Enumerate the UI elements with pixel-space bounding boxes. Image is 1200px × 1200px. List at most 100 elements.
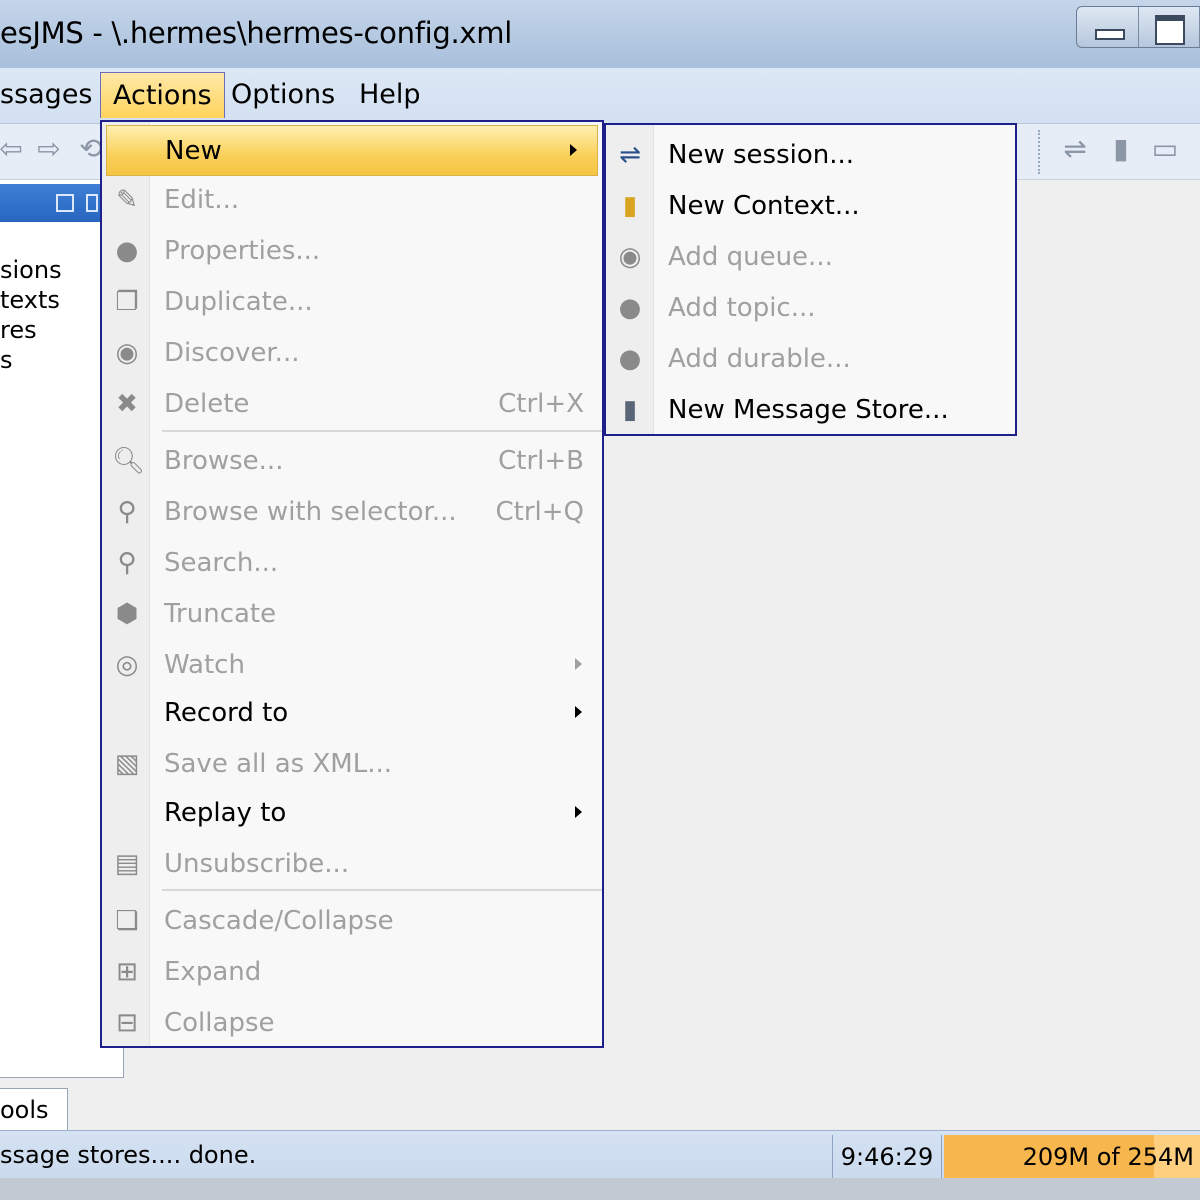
menu-item-label: Cascade/Collapse: [164, 906, 394, 936]
menu-item-duplicate[interactable]: ❐ Duplicate...: [102, 277, 602, 328]
menu-item-delete[interactable]: ✖ Delete Ctrl+X: [102, 379, 602, 430]
menu-item-expand[interactable]: ⊞ Expand: [102, 947, 602, 998]
submenu-arrow-icon: [575, 706, 582, 718]
menu-item-collapse[interactable]: ⊟ Collapse: [102, 998, 602, 1049]
menu-item-truncate[interactable]: ⬢ Truncate: [102, 589, 602, 640]
submenu-item-new-session[interactable]: ⇌ New session...: [606, 130, 1015, 181]
menu-item-discover[interactable]: ◉ Discover...: [102, 328, 602, 379]
status-message: ssage stores.... done.: [0, 1141, 257, 1169]
toolbar-right-group: ⇌ ▮ ▭: [1038, 130, 1198, 174]
context-tool-icon[interactable]: ▮: [1106, 134, 1136, 164]
undock-icon[interactable]: [56, 194, 74, 212]
watch-icon: ◎: [115, 650, 139, 680]
tree-item-sessions[interactable]: sions: [0, 256, 62, 284]
submenu-item-add-queue[interactable]: ◉ Add queue...: [606, 232, 1015, 283]
submenu-arrow-icon: [575, 806, 582, 818]
menu-item-cascade-collapse[interactable]: ❏ Cascade/Collapse: [102, 896, 602, 947]
submenu-arrow-icon: [575, 658, 582, 670]
session-tool-icon[interactable]: ⇌: [1060, 134, 1090, 164]
menu-separator: [162, 430, 602, 432]
menu-separator: [162, 889, 602, 891]
menu-item-shortcut: Ctrl+B: [498, 446, 584, 476]
store-tool-icon[interactable]: ▭: [1150, 134, 1180, 164]
menu-item-new[interactable]: New: [106, 125, 598, 176]
minimize-button[interactable]: [1077, 7, 1139, 47]
browse-icon: 🔍︎: [112, 446, 146, 476]
collapse-icon: ⊟: [116, 1008, 138, 1038]
menu-item-label: Unsubscribe...: [164, 849, 350, 879]
session-icon: ⇌: [619, 140, 641, 170]
tab-tools[interactable]: ools: [0, 1088, 68, 1130]
menu-item-record-to[interactable]: Record to: [102, 688, 602, 739]
menu-item-shortcut: Ctrl+Q: [495, 497, 584, 527]
menu-messages[interactable]: ssages: [0, 72, 105, 118]
menu-item-replay-to[interactable]: Replay to: [102, 788, 602, 839]
tree-item-stores[interactable]: res: [0, 316, 37, 344]
bottom-strip: [0, 1178, 1200, 1200]
menu-item-label: Collapse: [164, 1008, 275, 1038]
browse-selector-icon: ⚲: [117, 497, 137, 527]
menu-item-label: Browse...: [164, 446, 284, 476]
new-submenu: ⇌ New session... ▮ New Context... ◉ Add …: [604, 123, 1017, 436]
menu-item-label: New Message Store...: [668, 395, 949, 425]
context-icon: ▮: [622, 191, 638, 221]
save-xml-icon: ▧: [114, 749, 140, 779]
menu-item-browse-with-selector[interactable]: ⚲ Browse with selector... Ctrl+Q: [102, 487, 602, 538]
menu-item-label: Properties...: [164, 236, 321, 266]
pin-icon[interactable]: [86, 194, 98, 212]
submenu-item-add-topic[interactable]: ● Add topic...: [606, 283, 1015, 334]
menu-help[interactable]: Help: [347, 72, 433, 118]
menu-item-label: New: [165, 136, 222, 166]
menu-options[interactable]: Options: [219, 72, 347, 118]
menu-item-label: Browse with selector...: [164, 497, 457, 527]
menu-actions[interactable]: Actions: [100, 72, 225, 118]
actions-menu: New ✎ Edit... ● Properties... ❐ Duplicat…: [100, 120, 604, 1048]
durable-icon: ●: [618, 344, 642, 374]
menu-item-label: Edit...: [164, 185, 240, 215]
menu-item-search[interactable]: ⚲ Search...: [102, 538, 602, 589]
truncate-icon: ⬢: [115, 599, 139, 629]
menu-item-label: Expand: [164, 957, 262, 987]
menu-item-label: Truncate: [164, 599, 277, 629]
queue-icon: ◉: [618, 242, 642, 272]
menu-item-label: New session...: [668, 140, 855, 170]
discover-icon: ◉: [115, 338, 139, 368]
memory-label: 209M of 254M: [1022, 1143, 1194, 1171]
memory-meter: 209M of 254M: [944, 1135, 1200, 1179]
expand-icon: ⊞: [116, 957, 138, 987]
delete-icon: ✖: [116, 389, 138, 419]
back-arrow-icon[interactable]: ⇦: [0, 134, 26, 164]
menu-item-label: Search...: [164, 548, 279, 578]
menu-item-browse[interactable]: 🔍︎ Browse... Ctrl+B: [102, 436, 602, 487]
duplicate-icon: ❐: [115, 287, 139, 317]
search-icon: ⚲: [117, 548, 137, 578]
menu-item-label: Record to: [164, 698, 289, 728]
submenu-item-add-durable[interactable]: ● Add durable...: [606, 334, 1015, 385]
cascade-icon: ❏: [115, 906, 139, 936]
menu-item-label: Duplicate...: [164, 287, 313, 317]
maximize-button[interactable]: [1139, 7, 1200, 47]
menu-item-properties[interactable]: ● Properties...: [102, 226, 602, 277]
edit-icon: ✎: [116, 185, 138, 215]
submenu-item-new-context[interactable]: ▮ New Context...: [606, 181, 1015, 232]
tree-item-other[interactable]: s: [0, 346, 13, 374]
menu-item-watch[interactable]: ◎ Watch: [102, 640, 602, 691]
message-store-icon: ▮: [622, 395, 638, 425]
properties-icon: ●: [115, 236, 139, 266]
menu-item-shortcut: Ctrl+X: [498, 389, 584, 419]
menu-item-label: Save all as XML...: [164, 749, 392, 779]
menu-item-label: Add topic...: [668, 293, 816, 323]
title-bar: esJMS - \.hermes\hermes-config.xml: [0, 0, 1200, 68]
menu-item-edit[interactable]: ✎ Edit...: [102, 175, 602, 226]
menu-item-label: New Context...: [668, 191, 860, 221]
menu-bar: ssages Actions Options Help: [0, 68, 1200, 124]
window-controls: [1076, 6, 1200, 48]
forward-arrow-icon[interactable]: ⇨: [34, 134, 64, 164]
submenu-arrow-icon: [570, 144, 577, 156]
menu-item-save-all-as-xml[interactable]: ▧ Save all as XML...: [102, 739, 602, 790]
menu-item-label: Delete: [164, 389, 250, 419]
menu-item-unsubscribe[interactable]: ▤ Unsubscribe...: [102, 839, 602, 890]
submenu-item-new-message-store[interactable]: ▮ New Message Store...: [606, 385, 1015, 436]
unsubscribe-icon: ▤: [114, 849, 140, 879]
tree-item-contexts[interactable]: texts: [0, 286, 60, 314]
